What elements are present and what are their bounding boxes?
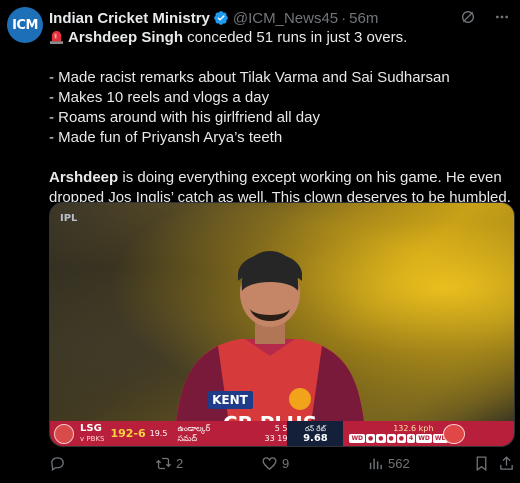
mention-arshdeep: Arshdeep: [49, 169, 119, 186]
tweet-image[interactable]: IPL KENT CB PLUS LSG v PBKS 192-6 19.5 ఉ…: [49, 202, 515, 447]
heart-icon: [262, 457, 277, 470]
overs: 19.5: [149, 429, 168, 438]
timestamp[interactable]: 56m: [349, 10, 378, 27]
mention-arshdeep-singh: Arshdeep Singh: [68, 29, 184, 46]
bullet-1: - Made racist remarks about Tilak Varma …: [49, 69, 450, 86]
display-name[interactable]: Indian Cricket Ministry: [49, 10, 210, 27]
like-count: 9: [282, 456, 290, 471]
views-count: 562: [388, 456, 410, 471]
ball-6: 4: [407, 434, 416, 443]
bullet-2: - Makes 10 reels and vlogs a day: [49, 89, 270, 106]
batter-2-balls: 19: [277, 433, 288, 443]
verified-badge-icon: [214, 11, 228, 25]
bookmark-icon: [476, 456, 487, 472]
team-score: 192-6: [110, 427, 146, 440]
batter-1-score: 5: [274, 423, 280, 433]
batter-1-name: ఉండాల్కర్: [177, 423, 211, 433]
lsg-logo: [54, 423, 74, 444]
retweet-icon: [155, 457, 172, 470]
siren-icon: [49, 30, 64, 44]
batters: ఉండాల్కర్ 5 5 సమద్ 33 19: [177, 424, 287, 444]
opponent: v PBKS: [80, 434, 105, 443]
scoreboard: LSG v PBKS 192-6 19.5 ఉండాల్కర్ 5 5 సమద్ 3…: [50, 421, 514, 446]
like-button[interactable]: 9: [261, 455, 289, 472]
ball-3: ●: [376, 434, 386, 443]
bullet-4: - Made fun of Priyansh Arya’s teeth: [49, 129, 283, 146]
share-icon: [500, 456, 513, 470]
action-bar: 2 9 562: [49, 455, 515, 475]
tweet-text: Arshdeep Singh conceded 51 runs in just …: [49, 28, 511, 208]
jersey-sponsor: KENT: [212, 393, 249, 407]
player-photo: KENT CB PLUS: [175, 251, 365, 431]
ball-speed: 132.6 kph: [393, 424, 434, 433]
batter-2-name: సమద్: [177, 433, 198, 443]
team-name: LSG: [80, 422, 102, 434]
retweet-button[interactable]: 2: [155, 455, 183, 472]
closing-text: is doing everything except working on hi…: [49, 169, 511, 206]
ipl-watermark: IPL: [60, 213, 78, 224]
more-icon[interactable]: [494, 9, 510, 25]
share-button[interactable]: [498, 455, 515, 472]
ball-5: ●: [396, 434, 407, 443]
ball-1: WD: [349, 434, 366, 443]
bookmark-button[interactable]: [473, 455, 490, 472]
run-rate-value: 9.68: [303, 432, 328, 444]
run-rate: రన్ రేట్ 9.68: [287, 421, 344, 446]
ball-2: ●: [366, 434, 376, 443]
tweet-header: Indian Cricket Ministry @ICM_News45 · 56…: [49, 8, 378, 28]
line-1: Arshdeep Singh conceded 51 runs in just …: [49, 28, 511, 48]
batter-2-score: 33: [264, 433, 275, 443]
grok-icon[interactable]: [460, 9, 476, 25]
ball-4: ●: [386, 434, 396, 443]
pbks-logo: [443, 423, 466, 444]
ball-7: WD: [416, 434, 432, 443]
reply-button[interactable]: [49, 455, 70, 472]
avatar[interactable]: ICM: [7, 7, 43, 43]
line-1-text: conceded 51 runs in just 3 overs.: [183, 29, 408, 46]
retweet-count: 2: [176, 456, 184, 471]
bowler-info: 132.6 kph WD ● ● ● ● 4 WD WD: [349, 424, 449, 443]
this-over: WD ● ● ● ● 4 WD WD: [349, 434, 449, 443]
team-info: LSG v PBKS: [80, 422, 105, 444]
run-rate-label: రన్ రేట్: [305, 424, 326, 433]
views-button[interactable]: 562: [367, 455, 410, 472]
separator-dot: ·: [341, 9, 347, 27]
views-icon: [369, 458, 382, 470]
user-handle[interactable]: @ICM_News45: [233, 10, 338, 27]
bullet-3: - Roams around with his girlfriend all d…: [49, 109, 320, 126]
top-icons: [460, 9, 510, 25]
reply-icon: [51, 457, 64, 472]
